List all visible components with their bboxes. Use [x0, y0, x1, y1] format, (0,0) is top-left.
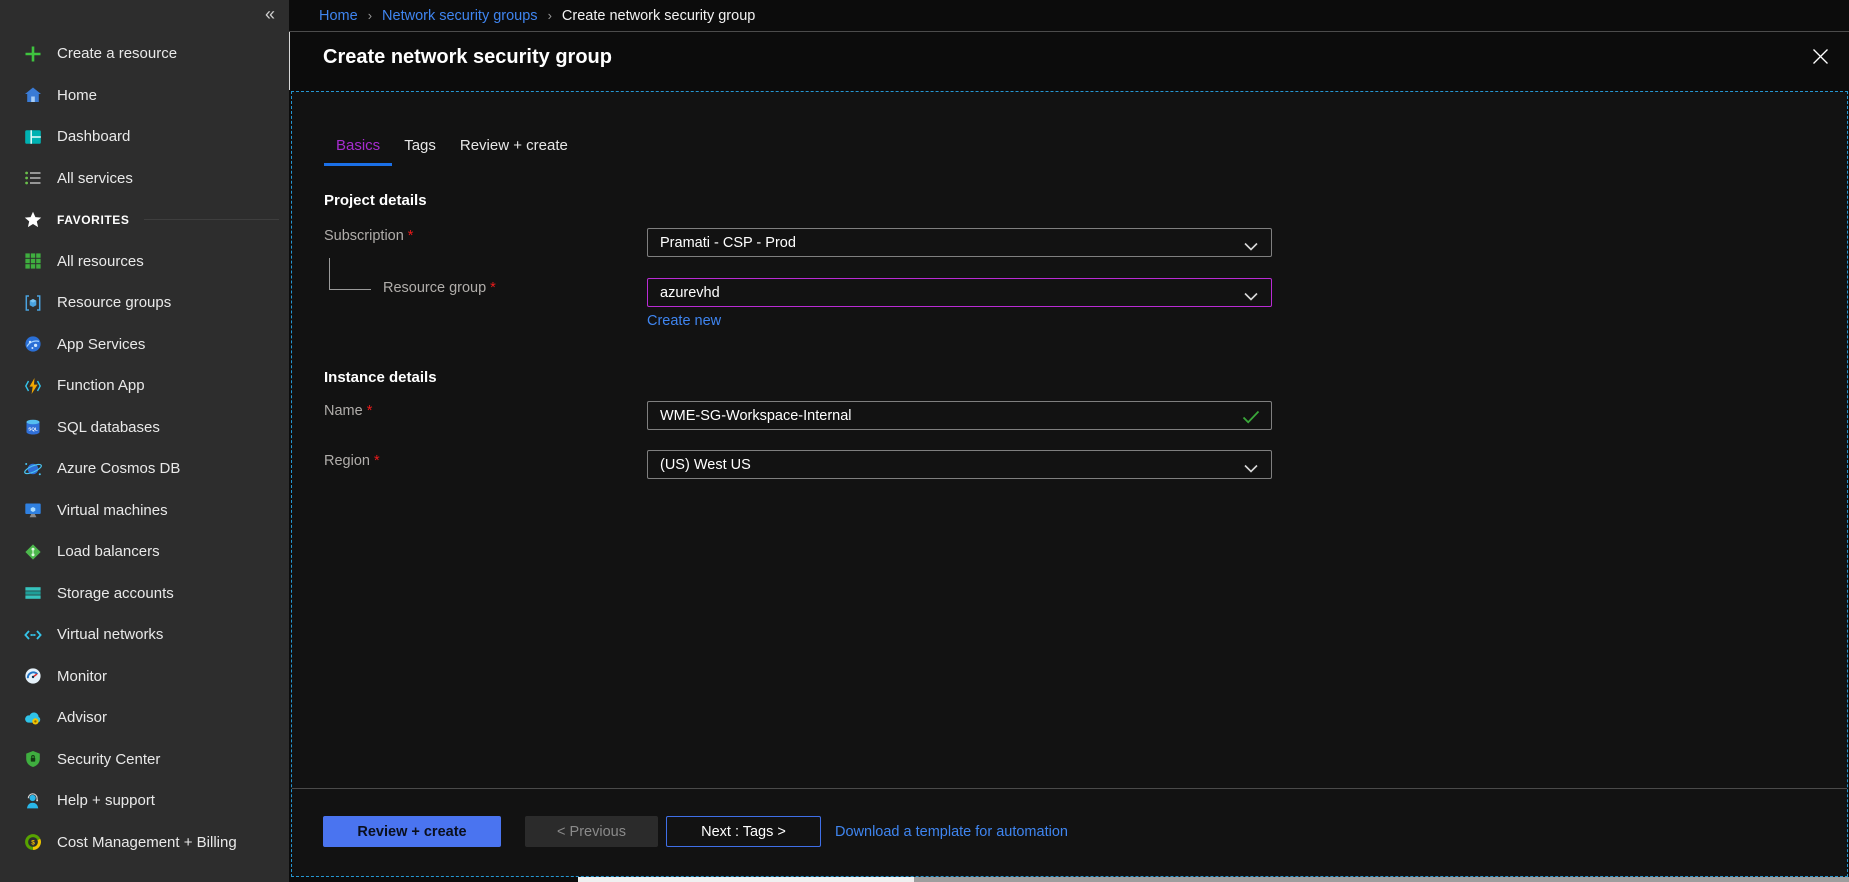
function-app-icon	[22, 375, 44, 397]
tab-review-create[interactable]: Review + create	[448, 137, 580, 166]
favorites-divider	[144, 219, 279, 220]
breadcrumb: Home › Network security groups › Create …	[289, 0, 1849, 32]
main-area: Home › Network security groups › Create …	[289, 0, 1849, 882]
breadcrumb-link-home[interactable]: Home	[319, 8, 358, 24]
breadcrumb-current: Create network security group	[562, 8, 755, 24]
load-balancers-icon	[22, 541, 44, 563]
all-services-icon	[22, 167, 44, 189]
sidebar-item-virtual-networks[interactable]: Virtual networks	[0, 614, 289, 656]
name-label: Name*	[324, 403, 372, 419]
cosmos-db-icon	[22, 458, 44, 480]
sidebar-item-sql-databases[interactable]: SQL SQL databases	[0, 407, 289, 449]
svg-text:SQL: SQL	[28, 427, 38, 432]
subscription-value: Pramati - CSP - Prod	[660, 235, 796, 251]
security-center-icon	[22, 748, 44, 770]
sidebar-item-app-services[interactable]: App Services	[0, 324, 289, 366]
footer-actions: Review + create < Previous Next : Tags >…	[323, 816, 1068, 847]
sidebar-item-security-center[interactable]: Security Center	[0, 739, 289, 781]
advisor-icon	[22, 707, 44, 729]
resource-groups-icon	[22, 292, 44, 314]
sidebar-collapse-button[interactable]: «	[265, 3, 275, 25]
all-resources-icon	[22, 250, 44, 272]
sql-databases-icon: SQL	[22, 416, 44, 438]
connector-line	[329, 289, 371, 290]
app-services-icon	[22, 333, 44, 355]
sidebar-item-resource-groups[interactable]: Resource groups	[0, 282, 289, 324]
required-marker: *	[367, 403, 373, 419]
sidebar-item-home[interactable]: Home	[0, 75, 289, 117]
page-header: Create network security group	[289, 32, 1849, 90]
subscription-label: Subscription*	[324, 228, 413, 244]
sidebar-item-monitor[interactable]: Monitor	[0, 656, 289, 698]
sidebar-item-all-services[interactable]: All services	[0, 158, 289, 200]
svg-text:$: $	[31, 840, 35, 847]
monitor-icon	[22, 665, 44, 687]
required-marker: *	[490, 280, 496, 296]
required-marker: *	[408, 228, 414, 244]
sidebar-item-function-app[interactable]: Function App	[0, 365, 289, 407]
region-label: Region*	[324, 453, 380, 469]
chevron-down-icon	[1244, 239, 1258, 255]
plus-icon	[22, 43, 44, 65]
breadcrumb-separator-icon: ›	[368, 8, 372, 23]
connector-line	[329, 258, 330, 289]
sidebar-item-all-resources[interactable]: All resources	[0, 241, 289, 283]
review-create-button[interactable]: Review + create	[323, 816, 501, 847]
breadcrumb-link-network-security-groups[interactable]: Network security groups	[382, 8, 538, 24]
download-template-link[interactable]: Download a template for automation	[835, 824, 1068, 840]
sidebar-item-virtual-machines[interactable]: Virtual machines	[0, 490, 289, 532]
create-new-link[interactable]: Create new	[647, 313, 721, 329]
sidebar-item-advisor[interactable]: Advisor	[0, 697, 289, 739]
sidebar-item-storage-accounts[interactable]: Storage accounts	[0, 573, 289, 615]
subscription-dropdown[interactable]: Pramati - CSP - Prod	[647, 228, 1272, 257]
sidebar-item-azure-cosmos-db[interactable]: Azure Cosmos DB	[0, 448, 289, 490]
required-marker: *	[374, 453, 380, 469]
cost-management-icon: $	[22, 831, 44, 853]
name-field-wrapper	[647, 401, 1272, 430]
check-icon	[1242, 410, 1260, 428]
sidebar-favorites-header: FAVORITES	[0, 199, 289, 241]
resource-group-dropdown[interactable]: azurevhd	[647, 278, 1272, 307]
sidebar-item-dashboard[interactable]: Dashboard	[0, 116, 289, 158]
tab-bar: Basics Tags Review + create	[324, 137, 580, 166]
region-dropdown[interactable]: (US) West US	[647, 450, 1272, 479]
region-value: (US) West US	[660, 457, 751, 473]
sidebar-item-create-a-resource[interactable]: Create a resource	[0, 33, 289, 75]
project-details-heading: Project details	[324, 192, 427, 209]
sidebar-item-help-support[interactable]: Help + support	[0, 780, 289, 822]
star-icon	[22, 209, 44, 231]
close-icon[interactable]	[1811, 47, 1829, 65]
next-tags-button[interactable]: Next : Tags >	[666, 816, 821, 847]
sidebar-item-load-balancers[interactable]: Load balancers	[0, 531, 289, 573]
resource-group-label: Resource group*	[383, 280, 496, 296]
tab-basics[interactable]: Basics	[324, 137, 392, 166]
resource-group-value: azurevhd	[660, 285, 720, 301]
sidebar-item-cost-management-billing[interactable]: $ Cost Management + Billing	[0, 822, 289, 864]
tab-tags[interactable]: Tags	[392, 137, 448, 166]
virtual-networks-icon	[22, 624, 44, 646]
dashboard-icon	[22, 126, 44, 148]
horizontal-scrollbar	[578, 877, 1849, 882]
breadcrumb-separator-icon: ›	[548, 8, 552, 23]
storage-accounts-icon	[22, 582, 44, 604]
chevron-down-icon	[1244, 289, 1258, 305]
home-icon	[22, 84, 44, 106]
instance-details-heading: Instance details	[324, 369, 437, 386]
sidebar-nav: Create a resource Home Dashboard All ser…	[0, 33, 289, 863]
horizontal-scrollbar-thumb[interactable]	[578, 877, 914, 882]
virtual-machines-icon	[22, 499, 44, 521]
sidebar: « Create a resource Home Dashboard All s…	[0, 0, 289, 882]
name-input[interactable]	[660, 408, 1235, 424]
create-nsg-panel: Basics Tags Review + create Project deta…	[291, 91, 1848, 877]
previous-button[interactable]: < Previous	[525, 816, 658, 847]
footer-divider	[292, 788, 1847, 789]
chevron-down-icon	[1244, 461, 1258, 477]
help-support-icon	[22, 790, 44, 812]
page-title: Create network security group	[323, 46, 612, 69]
